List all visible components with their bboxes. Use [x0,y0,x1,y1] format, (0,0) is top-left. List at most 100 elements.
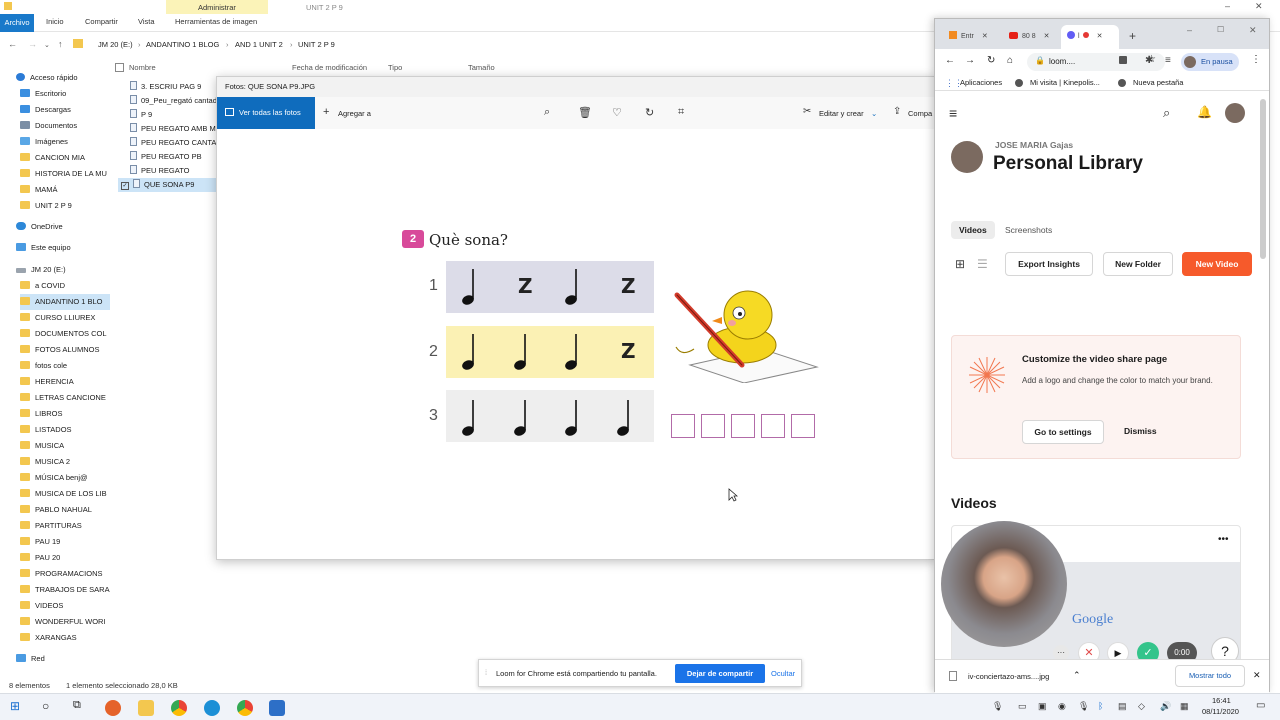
sidebar-folder[interactable]: ANDANTINO 1 BLO [20,294,110,310]
bell-icon[interactable]: 🔔 [1197,105,1212,119]
clock-date[interactable]: 08/11/2020 [1202,707,1239,716]
list-item[interactable]: PEU REGATO CANTAD [130,136,220,150]
tab-loom[interactable]: l ✕ [1061,25,1119,49]
notifications-icon[interactable]: ▭ [1256,700,1265,711]
new-tab-icon[interactable]: + [1129,29,1136,43]
tab-vista[interactable]: Vista [138,17,155,26]
breadcrumb-unit[interactable]: AND 1 UNIT 2 [235,40,283,49]
column-fecha[interactable]: Fecha de modificación [292,60,367,76]
sidebar-folder[interactable]: PABLO NAHUAL [20,502,110,518]
back-icon[interactable]: ← [945,55,955,66]
sidebar-folder[interactable]: MUSICA DE LOS LIB [20,486,110,502]
minimize-icon[interactable]: – [1187,25,1192,35]
chevron-down-icon[interactable]: ⌄ [871,109,877,118]
close-icon[interactable]: ✕ [1253,670,1261,681]
photos-app-icon[interactable] [269,700,285,716]
sidebar-folder[interactable]: DOCUMENTOS COL [20,326,110,342]
add-to-button[interactable]: Agregar a [338,109,371,118]
chevron-down-icon[interactable]: ⌄ [44,41,50,49]
volume-icon[interactable]: 🔊 [1160,701,1171,712]
list-view-icon[interactable]: ☰ [977,257,988,271]
sidebar-folder[interactable]: a COVID [20,278,110,294]
sidebar-folder[interactable]: CURSO LLIUREX [20,310,110,326]
menu-icon[interactable]: ⋮ [1251,54,1261,65]
up-icon[interactable]: ↑ [58,39,63,49]
bluetooth-icon[interactable]: ᛒ [1098,701,1103,711]
list-item[interactable]: PEU REGATO [130,164,220,178]
help-icon[interactable]: ? [1211,637,1239,659]
list-item[interactable]: 09_Peu_regató cantad [130,94,220,108]
microphone-icon[interactable]: 🎙 [992,701,1003,712]
sidebar-folder[interactable]: LIBROS [20,406,110,422]
chevron-up-icon[interactable]: ⌃ [1073,670,1081,681]
forward-icon[interactable]: → [28,39,37,49]
add-icon[interactable]: + [323,106,329,118]
tab-inicio[interactable]: Inicio [46,17,64,26]
sidebar-item-drive[interactable]: JM 20 (E:) [16,262,106,278]
sidebar-item-escritorio[interactable]: Escritorio [20,86,110,102]
sidebar-folder[interactable]: LETRAS CANCIONE [20,390,110,406]
sidebar-folder[interactable]: MUSICA [20,438,110,454]
tab-screenshots[interactable]: Screenshots [1005,225,1052,235]
sidebar-folder[interactable]: fotos cole [20,358,110,374]
reload-icon[interactable]: ↻ [987,55,995,66]
sidebar-item-quick-access[interactable]: Acceso rápido [16,70,106,86]
checkbox-checked-icon[interactable]: ✓ [121,182,129,190]
sidebar-item-documentos[interactable]: Documentos [20,118,110,134]
share-icon[interactable]: ⇪ [893,106,901,117]
go-to-settings-button[interactable]: Go to settings [1022,420,1104,444]
sidebar-folder[interactable]: LISTADOS [20,422,110,438]
avatar[interactable] [1225,103,1245,123]
close-icon[interactable]: ✕ [1255,1,1263,12]
finish-recording-icon[interactable]: ✓ [1137,642,1159,659]
search-icon[interactable]: ○ [42,699,49,713]
download-file-name[interactable]: iv-conciertazo-ams....jpg [968,672,1049,681]
cancel-recording-icon[interactable]: ✕ [1078,642,1100,659]
sidebar-folder[interactable]: FOTOS ALUMNOS [20,342,110,358]
scrollbar-thumb[interactable] [1260,99,1266,259]
hide-button[interactable]: Ocultar [771,669,795,678]
sidebar-folder[interactable]: MUSICA 2 [20,454,110,470]
share-button[interactable]: Compa [908,109,932,118]
breadcrumb-andantino[interactable]: ANDANTINO 1 BLOG [146,40,219,49]
sidebar-folder[interactable]: PROGRAMACIONS [20,566,110,582]
edge-icon[interactable] [204,700,220,716]
profile-paused-button[interactable]: En pausa [1181,53,1239,71]
camera-icon[interactable]: ◉ [1058,701,1066,712]
task-view-icon[interactable]: ⧉ [73,699,81,712]
rotate-icon[interactable]: ↻ [645,106,654,119]
forward-icon[interactable]: → [965,55,975,66]
maximize-icon[interactable]: ☐ [1217,25,1224,34]
sidebar-folder[interactable]: PAU 19 [20,534,110,550]
sidebar-folder[interactable]: VIDEOS [20,598,110,614]
list-item[interactable]: ✓ QUE SONA P9 [118,178,220,192]
system-tray-icon[interactable]: ▭ [1018,701,1027,712]
tab-youtube[interactable]: 80 8 ✕ [1003,25,1061,49]
view-all-photos-button[interactable]: Ver todas las fotos [217,97,315,129]
list-item[interactable]: PEU REGATO PB [130,150,220,164]
camera-icon[interactable] [1119,56,1127,64]
close-icon[interactable]: ✕ [982,33,988,40]
sidebar-item-this-pc[interactable]: Este equipo [16,240,106,256]
firefox-icon[interactable] [105,700,121,716]
tab-entr[interactable]: Entr ✕ [943,25,1001,49]
close-icon[interactable]: ✕ [1249,25,1257,36]
grid-view-icon[interactable]: ⊞ [955,257,965,271]
reading-list-icon[interactable]: ≡ [1165,55,1171,66]
network-icon[interactable]: ▦ [1180,701,1189,712]
tab-herramientas-imagen[interactable]: Herramientas de imagen [175,17,257,26]
breadcrumb-drive[interactable]: JM 20 (E:) [98,40,133,49]
delete-icon[interactable]: 🗑 [578,106,592,119]
sidebar-folder[interactable]: PARTITURAS [20,518,110,534]
crop-icon[interactable]: ⌗ [678,106,684,119]
more-icon[interactable]: ··· [1053,645,1069,659]
dropbox-icon[interactable]: ◇ [1138,701,1145,712]
sidebar-folder[interactable]: WONDERFUL WORI [20,614,110,630]
close-icon[interactable]: ✕ [1097,33,1103,40]
edit-create-button[interactable]: Editar y crear [819,109,864,118]
edit-create-icon[interactable]: ✂ [803,106,811,117]
security-icon[interactable]: ▣ [1038,701,1047,712]
new-video-button[interactable]: New Video [1182,252,1252,276]
sidebar-folder[interactable]: MÚSICA benj@ [20,470,110,486]
sidebar-folder[interactable]: PAU 20 [20,550,110,566]
